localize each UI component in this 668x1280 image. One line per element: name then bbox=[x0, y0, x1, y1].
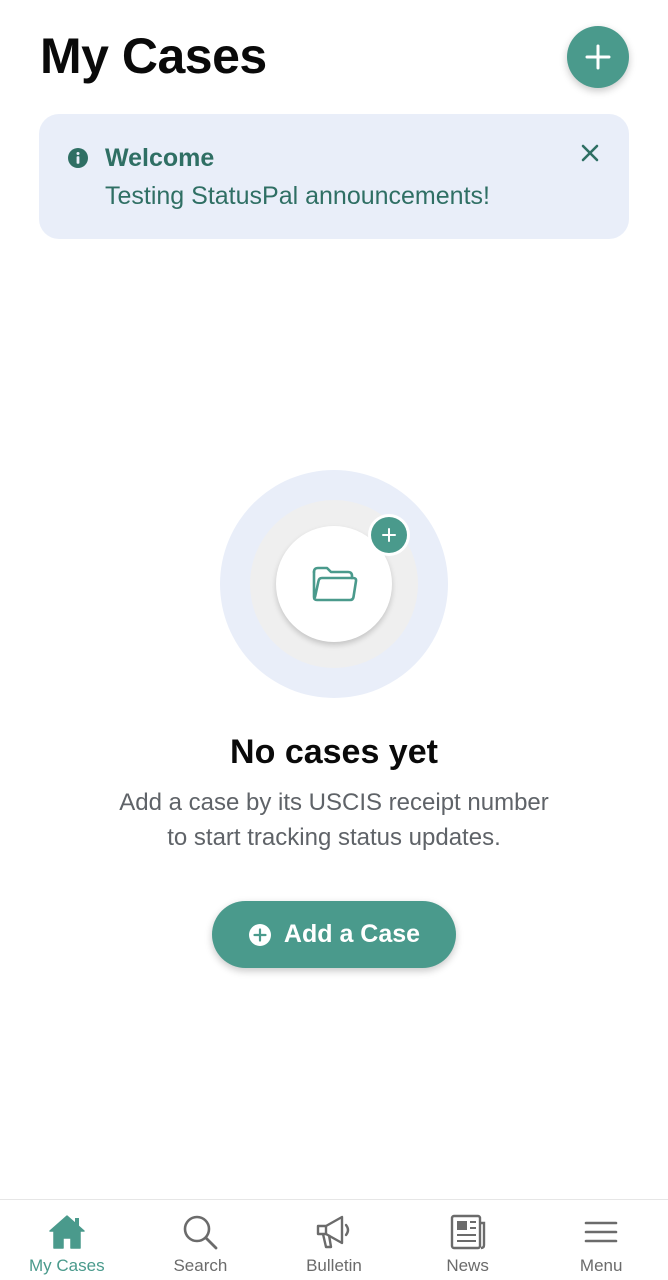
nav-item-bulletin[interactable]: Bulletin bbox=[267, 1200, 401, 1280]
empty-state-title: No cases yet bbox=[230, 733, 438, 771]
close-icon[interactable] bbox=[577, 140, 603, 166]
nav-item-search[interactable]: Search bbox=[134, 1200, 268, 1280]
nav-item-news[interactable]: News bbox=[401, 1200, 535, 1280]
empty-state-description: Add a case by its USCIS receipt number t… bbox=[0, 785, 668, 855]
illustration-plus-badge bbox=[368, 514, 410, 556]
page-title: My Cases bbox=[40, 28, 267, 84]
search-icon bbox=[184, 1215, 218, 1250]
hamburger-menu-icon bbox=[584, 1221, 618, 1243]
plus-circle-icon bbox=[248, 923, 271, 946]
add-case-fab[interactable] bbox=[567, 26, 629, 88]
info-icon bbox=[68, 148, 88, 168]
announcement-message: Testing StatusPal announcements! bbox=[105, 182, 490, 210]
home-icon bbox=[49, 1215, 85, 1249]
nav-item-menu[interactable]: Menu bbox=[534, 1200, 668, 1280]
nav-label: My Cases bbox=[29, 1256, 105, 1275]
nav-label: News bbox=[446, 1256, 489, 1275]
plus-icon bbox=[585, 44, 611, 70]
plus-icon bbox=[382, 528, 396, 542]
my-cases-screen: My Cases Welcome Testing StatusPal annou… bbox=[0, 0, 668, 1280]
megaphone-icon bbox=[316, 1215, 350, 1249]
nav-label: Bulletin bbox=[306, 1256, 362, 1275]
add-case-button-label: Add a Case bbox=[283, 920, 421, 948]
announcement-banner: Welcome Testing StatusPal announcements! bbox=[39, 114, 629, 239]
empty-state-description-line: to start tracking status updates. bbox=[167, 824, 501, 851]
empty-state-illustration bbox=[220, 470, 448, 698]
announcement-title: Welcome bbox=[105, 144, 215, 172]
bottom-navigation: My Cases Search Bulletin News Menu bbox=[0, 1199, 668, 1280]
nav-item-my-cases[interactable]: My Cases bbox=[0, 1200, 134, 1280]
add-case-button[interactable]: Add a Case bbox=[212, 901, 456, 968]
folder-icon bbox=[312, 566, 358, 602]
nav-label: Menu bbox=[579, 1256, 623, 1275]
nav-label: Search bbox=[173, 1256, 228, 1275]
empty-state-description-line: Add a case by its USCIS receipt number bbox=[119, 789, 549, 816]
newspaper-icon bbox=[450, 1214, 485, 1250]
